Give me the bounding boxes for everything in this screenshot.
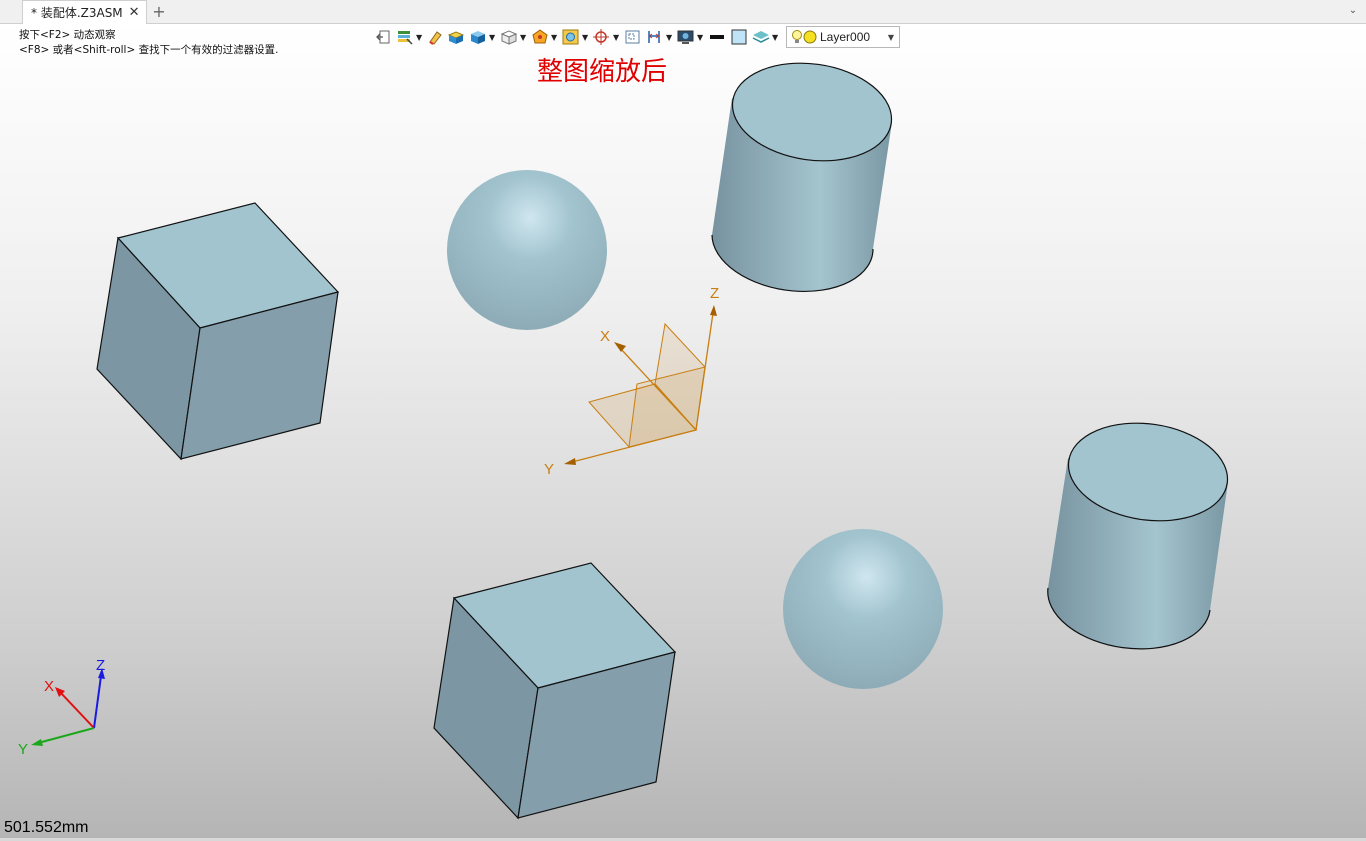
sphere-solid[interactable]: [783, 529, 943, 689]
graphics-viewport[interactable]: 按下<F2> 动态观察 <F8> 或者<Shift-roll> 查找下一个有效的…: [0, 24, 1366, 838]
cylinder-solid[interactable]: [1047, 413, 1234, 650]
close-icon[interactable]: ✕: [129, 5, 140, 20]
datum-axis-x-label: X: [600, 328, 610, 345]
view-triad: X Z Y: [18, 657, 105, 758]
tab-list-dropdown-icon[interactable]: ⌄: [1346, 4, 1360, 18]
triad-x-label: X: [44, 678, 54, 695]
cube-solid[interactable]: [96, 202, 340, 461]
document-tab[interactable]: * 装配体.Z3ASM ✕: [22, 0, 147, 24]
new-tab-button[interactable]: +: [150, 2, 168, 22]
triad-y-label: Y: [18, 741, 28, 758]
datum-axis-z-label: Z: [710, 285, 719, 302]
cylinder-solid[interactable]: [711, 53, 898, 292]
document-tab-title: * 装配体.Z3ASM: [31, 6, 123, 20]
triad-z-label: Z: [96, 657, 105, 674]
cube-solid[interactable]: [433, 562, 677, 820]
sphere-solid[interactable]: [447, 170, 607, 330]
datum-axis-y-label: Y: [544, 461, 554, 478]
document-tab-bar: * 装配体.Z3ASM ✕ + ⌄: [0, 0, 1366, 24]
model-scene: X Z Y X Z Y: [18, 53, 1234, 820]
view-scale-readout: 501.552mm: [4, 819, 89, 836]
